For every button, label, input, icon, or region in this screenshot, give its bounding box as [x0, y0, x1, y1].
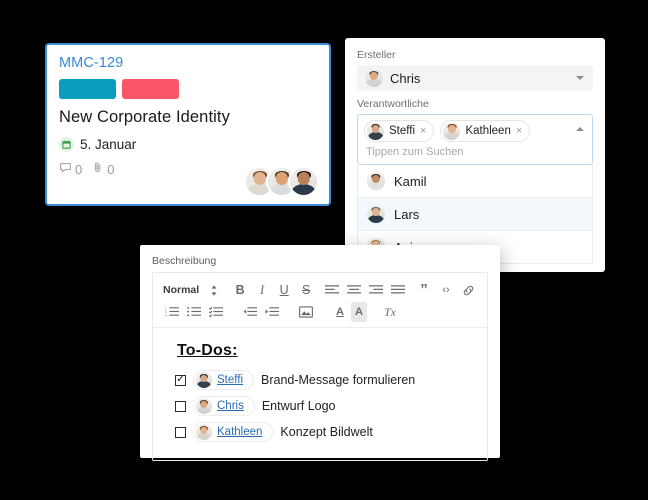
editor-box: Normal B I U S ” ‹› 1 2 3 A A Tx To-Dos:… [152, 272, 488, 461]
card-label-teal[interactable] [59, 79, 116, 99]
comment-icon [59, 161, 72, 177]
checkbox-icon[interactable]: ✓ [175, 374, 186, 386]
indent-icon[interactable] [261, 302, 283, 322]
mention-chip[interactable]: Kathleen [193, 422, 274, 442]
chevron-down-icon[interactable] [576, 76, 584, 80]
card-due-date: 5. Januar [59, 137, 317, 152]
assignee-tag[interactable]: Kathleen × [440, 120, 531, 142]
align-center-icon[interactable] [343, 280, 365, 300]
avatar [365, 69, 383, 87]
checklist-icon[interactable] [205, 302, 227, 322]
chevron-up-icon[interactable] [576, 127, 584, 131]
avatar [196, 398, 212, 414]
card-title: New Corporate Identity [59, 108, 230, 126]
creator-label: Ersteller [357, 49, 396, 61]
card-label-row [59, 79, 317, 99]
card-avatar-group[interactable] [244, 166, 319, 197]
insert-image-icon[interactable] [295, 302, 317, 322]
avatar [443, 122, 461, 140]
text-color-icon[interactable]: A [329, 302, 351, 322]
todo-item[interactable]: ✓ Steffi Brand-Message formulieren [175, 370, 473, 390]
strikethrough-icon[interactable]: S [295, 280, 317, 300]
assignee-panel: Ersteller Chris Verantwortliche Steffi ×… [345, 38, 605, 272]
code-block-icon[interactable]: ‹› [435, 280, 457, 300]
todo-item[interactable]: Kathleen Konzept Bildwelt [175, 422, 473, 442]
underline-icon[interactable]: U [273, 280, 295, 300]
editor-toolbar: Normal B I U S ” ‹› 1 2 3 A A Tx [153, 273, 487, 328]
mention-name: Chris [217, 400, 244, 412]
toolbar-row-1: Normal B I U S ” ‹› [161, 279, 479, 301]
bold-icon[interactable]: B [229, 280, 251, 300]
mention-chip[interactable]: Chris [193, 396, 255, 416]
mention-name: Steffi [217, 374, 243, 386]
avatar [367, 172, 385, 190]
close-icon[interactable]: × [516, 125, 522, 137]
format-style-stepper-icon[interactable] [203, 280, 225, 300]
avatar [367, 122, 384, 140]
outdent-icon[interactable] [239, 302, 261, 322]
attachment-count: 0 [107, 161, 115, 177]
assignee-search-input[interactable]: Tippen zum Suchen [364, 142, 586, 161]
mention-chip[interactable]: Steffi [193, 370, 254, 390]
todo-text: Brand-Message formulieren [261, 373, 416, 387]
card-ticket-id: MMC-129 [59, 55, 124, 71]
checkbox-icon[interactable] [175, 426, 186, 438]
avatar [288, 166, 319, 197]
align-right-icon[interactable] [365, 280, 387, 300]
link-icon[interactable] [457, 280, 479, 300]
align-left-icon[interactable] [321, 280, 343, 300]
creator-select[interactable]: Chris [357, 65, 593, 91]
comment-count: 0 [75, 161, 83, 177]
editor-content[interactable]: To-Dos: ✓ Steffi Brand-Message formulier… [153, 328, 487, 460]
assignee-option-label: Kamil [394, 173, 427, 189]
todo-item[interactable]: Chris Entwurf Logo [175, 396, 473, 416]
card-comments: 0 [59, 161, 82, 177]
close-icon[interactable]: × [420, 125, 426, 137]
task-card[interactable]: MMC-129 New Corporate Identity 5. Januar [45, 43, 331, 206]
description-label: Beschreibung [152, 255, 217, 267]
assignee-tag-name: Steffi [389, 125, 415, 137]
assignee-option-label: Lars [394, 206, 420, 222]
toolbar-row-2: 123 A A Tx [161, 301, 479, 323]
assignee-tag-list: Steffi × Kathleen × [364, 120, 586, 142]
description-editor-panel: Beschreibung Normal B I U S ” ‹› 1 2 3 A… [140, 245, 500, 461]
format-style-select[interactable]: Normal [161, 284, 203, 296]
assignee-option-lars[interactable]: Lars [358, 197, 592, 231]
calendar-icon [59, 137, 74, 152]
highlight-color-icon[interactable]: A [351, 302, 367, 322]
svg-text:3: 3 [165, 313, 167, 317]
assignees-label: Verantwortliche [357, 98, 429, 110]
clear-format-icon[interactable]: Tx [379, 302, 401, 322]
align-justify-icon[interactable] [387, 280, 409, 300]
assignee-tag-name: Kathleen [465, 125, 511, 137]
checkbox-icon[interactable] [175, 400, 186, 412]
assignees-multiselect[interactable]: Steffi × Kathleen × Tippen zum Suchen [357, 114, 593, 165]
todo-text: Entwurf Logo [261, 399, 336, 413]
attachment-icon [92, 161, 104, 177]
todo-text: Konzept Bildwelt [280, 425, 373, 439]
blockquote-icon[interactable]: ” [413, 280, 435, 300]
todo-heading: To-Dos: [177, 342, 238, 359]
avatar [367, 205, 385, 223]
assignee-tag[interactable]: Steffi × [364, 120, 435, 142]
avatar [196, 424, 212, 440]
italic-icon[interactable]: I [251, 280, 273, 300]
avatar [196, 372, 212, 388]
card-label-red[interactable] [122, 79, 179, 99]
mention-name: Kathleen [217, 426, 263, 438]
creator-value: Chris [390, 70, 421, 86]
assignee-option-kamil[interactable]: Kamil [358, 165, 592, 197]
card-attachments: 0 [92, 161, 114, 177]
card-due-date-text: 5. Januar [80, 137, 137, 152]
ordered-list-icon[interactable]: 123 [161, 302, 183, 322]
screenshot-stage: MMC-129 New Corporate Identity 5. Januar [0, 0, 648, 500]
bullet-list-icon[interactable] [183, 302, 205, 322]
